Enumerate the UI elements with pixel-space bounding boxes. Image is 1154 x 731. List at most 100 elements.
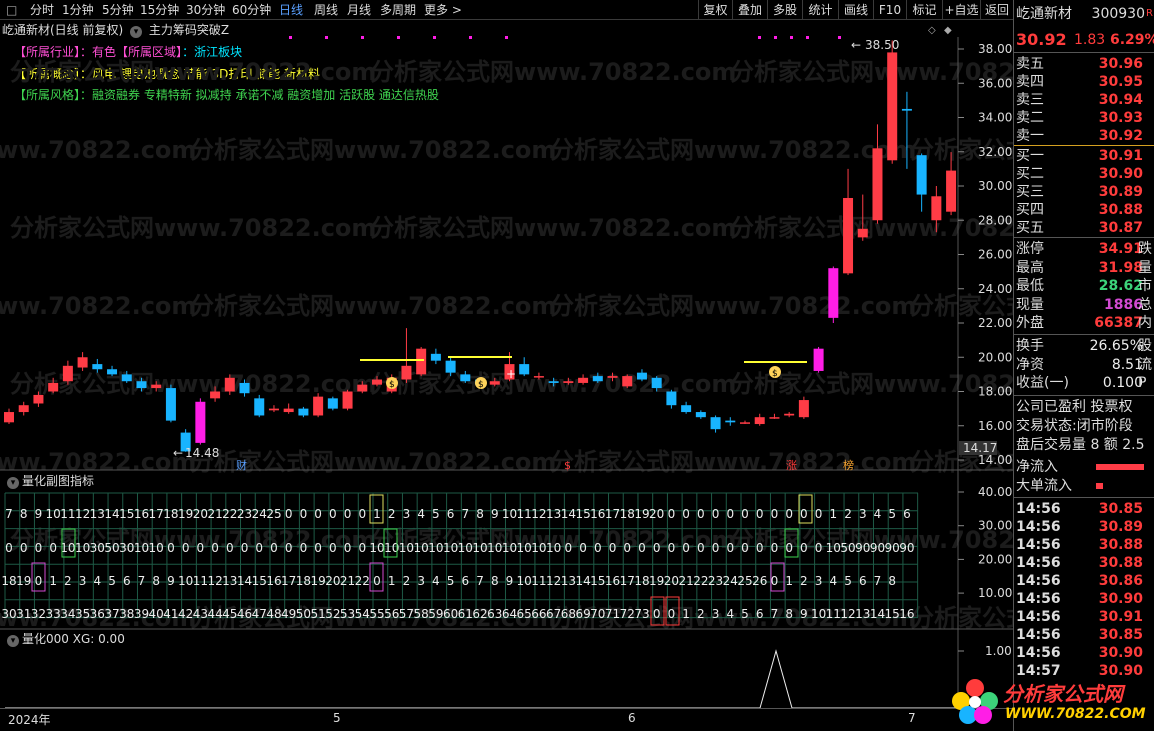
grid-value: 15 [575, 507, 590, 521]
candle-body[interactable] [843, 197, 854, 274]
candle-body[interactable] [710, 417, 721, 430]
candle-body[interactable] [298, 408, 309, 416]
candle-body[interactable] [872, 148, 883, 221]
candle-body[interactable] [460, 374, 471, 382]
candle-body[interactable] [695, 412, 706, 418]
watermark-text: 分析家公式网www.70822.com [10, 58, 376, 86]
price-row: 30.92 1.83 6.29% [1014, 31, 1154, 49]
candle-body[interactable] [725, 420, 736, 423]
ask-label: 卖三 [1016, 92, 1044, 108]
candle-body[interactable] [740, 422, 750, 424]
candle-body[interactable] [813, 348, 824, 371]
candle-body[interactable] [901, 108, 912, 111]
grid-value: 0 [653, 607, 661, 621]
grid-value: 15 [885, 607, 900, 621]
candle-body[interactable] [666, 391, 677, 406]
grid-value: 16 [266, 574, 281, 588]
grid-value: 14 [575, 574, 590, 588]
candle-body[interactable] [4, 412, 14, 423]
grid-value: 10 [60, 541, 75, 555]
bid-level: 买五 30.87 [1014, 219, 1154, 237]
candle-body[interactable] [283, 408, 294, 413]
candle-body[interactable] [136, 381, 147, 389]
candle-body[interactable] [533, 376, 544, 378]
watermark-text: 分析家公式网www.70822.com [190, 292, 556, 320]
candle-body[interactable] [210, 391, 221, 399]
candle-body[interactable] [430, 353, 441, 361]
logo-text: 分析家公式网 [1003, 682, 1123, 706]
candle-body[interactable] [681, 405, 692, 413]
candle-body[interactable] [18, 405, 29, 413]
candlestick-chart[interactable]: 分析家公式网www.70822.com分析家公式网www.70822.com分析… [0, 0, 1013, 731]
candle-body[interactable] [622, 376, 633, 387]
candle-body[interactable] [372, 379, 382, 385]
candle-body[interactable] [48, 382, 59, 392]
candle-body[interactable] [195, 401, 206, 443]
candle-body[interactable] [92, 364, 103, 370]
event-marker[interactable]: 涨 [786, 459, 797, 472]
candle-body[interactable] [636, 372, 647, 380]
candle-body[interactable] [798, 400, 809, 418]
candle-body[interactable] [165, 388, 176, 421]
candle-body[interactable] [416, 348, 427, 375]
candle-body[interactable] [769, 417, 780, 419]
grid-value: 1 [829, 507, 837, 521]
candle-body[interactable] [445, 360, 456, 373]
candle-body[interactable] [224, 377, 235, 392]
candle-body[interactable] [563, 381, 574, 383]
diamond-icon[interactable]: ◇ [928, 25, 936, 36]
candle-body[interactable] [931, 196, 942, 221]
grid-value: 0 [197, 541, 205, 555]
tick-row: 14:56 30.86 [1014, 572, 1154, 590]
candle-body[interactable] [946, 170, 957, 212]
candle-body[interactable] [916, 155, 927, 195]
grid-value: 53 [340, 607, 355, 621]
candle-body[interactable] [489, 381, 500, 385]
candle-body[interactable] [342, 391, 353, 409]
candle-body[interactable] [107, 369, 118, 375]
candle-body[interactable] [313, 396, 324, 416]
stat-value: 34.91 [1098, 241, 1143, 257]
candle-body[interactable] [62, 365, 73, 382]
grid-value: 21 [340, 574, 355, 588]
candle-body[interactable] [828, 268, 839, 318]
grid-value: 9 [491, 507, 499, 521]
candle-body[interactable] [33, 394, 44, 404]
y-tick-label: 30.00 [978, 179, 1012, 193]
candle-body[interactable] [268, 408, 279, 411]
grid-value: 0 [785, 507, 793, 521]
candle-body[interactable] [151, 384, 162, 389]
candle-body[interactable] [578, 377, 589, 383]
candle-body[interactable] [357, 384, 368, 392]
event-marker[interactable]: 榜 [843, 458, 854, 472]
candle-body[interactable] [77, 357, 88, 368]
candle-body[interactable] [651, 377, 662, 389]
grid-value: 0 [167, 541, 175, 555]
candle-body[interactable] [121, 374, 132, 382]
stat-row: 现量 1886 总 [1014, 296, 1154, 314]
grid-value: 59 [428, 607, 443, 621]
grid-value: 0 [594, 541, 602, 555]
candle-body[interactable] [519, 364, 530, 375]
ask-level: 卖五 30.96 [1014, 55, 1154, 73]
candle-body[interactable] [887, 52, 898, 161]
grid-value: 0 [726, 507, 734, 521]
candle-body[interactable] [548, 381, 559, 383]
candle-body[interactable] [254, 398, 265, 416]
bid-level: 买一 30.91 [1014, 147, 1154, 165]
candle-body[interactable] [784, 413, 795, 416]
sub-dropdown-icon[interactable]: ▾ [7, 477, 19, 489]
ask-price: 30.95 [1098, 74, 1143, 90]
sub2-dropdown-icon[interactable]: ▾ [7, 635, 19, 647]
diamond-filled-icon[interactable]: ◆ [944, 25, 952, 36]
candle-body[interactable] [857, 228, 868, 238]
candle-body[interactable] [401, 365, 412, 380]
event-marker[interactable]: $ [564, 459, 571, 472]
candle-body[interactable] [754, 417, 765, 425]
candle-body[interactable] [607, 376, 618, 378]
candle-body[interactable] [239, 382, 250, 394]
event-marker[interactable]: 财 [236, 458, 247, 472]
candle-body[interactable] [327, 398, 338, 409]
grid-value: 90 [899, 541, 914, 555]
candle-body[interactable] [592, 376, 603, 382]
